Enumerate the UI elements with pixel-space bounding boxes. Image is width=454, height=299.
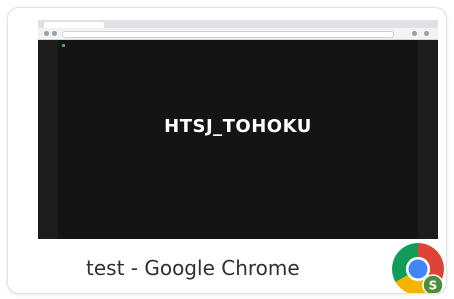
back-icon [44, 31, 49, 36]
browser-tabstrip-preview [38, 20, 438, 28]
address-bar-preview [62, 31, 394, 38]
forward-icon [52, 31, 57, 36]
menu-icon [424, 31, 429, 36]
window-title: test - Google Chrome [86, 256, 300, 280]
window-preview-card[interactable]: HTSJ_TOHOKU test - Google Chrome S [7, 7, 447, 294]
browser-toolbar-preview [38, 20, 438, 40]
window-thumbnail[interactable]: HTSJ_TOHOKU [38, 20, 438, 239]
page-left-strip [38, 40, 58, 239]
thumbnail-heading: HTSJ_TOHOKU [164, 116, 312, 137]
extension-icon [412, 31, 417, 36]
page-right-strip [418, 40, 438, 239]
chrome-icon-center [408, 259, 428, 279]
profile-badge-letter: S [429, 279, 438, 293]
cursor-marker [62, 44, 65, 47]
chrome-icon: S [392, 243, 444, 293]
browser-tab-preview [44, 22, 104, 28]
